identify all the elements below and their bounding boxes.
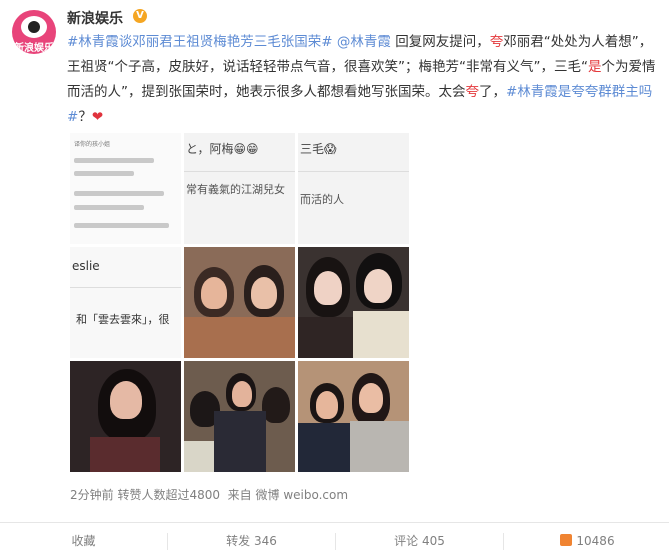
image-tile-8[interactable] [184, 361, 295, 472]
post-time[interactable]: 2分钟前 [70, 488, 114, 502]
tile-text: 译你的孩小姐 [74, 141, 111, 148]
favorite-label: 收藏 [71, 534, 96, 548]
highlight-kua: 夸 [489, 34, 504, 50]
post-text-part: 了， [479, 84, 506, 100]
repost-label: 转发 346 [226, 534, 277, 548]
like-count: 10486 [576, 534, 615, 548]
favorite-button[interactable]: 收藏 [0, 523, 167, 560]
tile-divider [298, 171, 409, 172]
account-avatar[interactable]: 新浪娱乐 [12, 10, 56, 54]
avatar-text: 新浪娱乐 [14, 43, 54, 54]
highlight-shi: 是 [587, 59, 602, 75]
tile-divider [70, 287, 181, 288]
tile-text: と，阿梅😁😁 [186, 142, 259, 156]
eye-pupil-icon [28, 21, 40, 33]
post-text-part: 回复网友提问， [390, 34, 490, 50]
account-name[interactable]: 新浪娱乐 [67, 8, 123, 28]
image-tile-3[interactable]: 三毛😱 而活的人 [298, 133, 409, 244]
tile-text: 而活的人 [300, 193, 344, 206]
comment-label: 评论 405 [394, 534, 445, 548]
post-meta: 2分钟前 转赞人数超过4800 来自 微博 weibo.com [70, 486, 348, 503]
weibo-post-card: 新浪娱乐 新浪娱乐 V #林青霞谈邓丽君王祖贤梅艳芳三毛张国荣# @林青霞 回复… [0, 0, 669, 560]
mention-link[interactable]: @林青霞 [337, 34, 391, 50]
tile-text: 常有義氣的江湖兒女 [186, 183, 285, 196]
repost-count-note: 转赞人数超过4800 [117, 488, 221, 502]
comment-button[interactable]: 评论 405 [336, 523, 503, 560]
tile-text: eslie [72, 259, 100, 273]
tile-text: 三毛😱 [300, 142, 337, 156]
thumbs-up-icon [560, 534, 573, 546]
tile-divider [184, 171, 295, 172]
post-text: #林青霞谈邓丽君王祖贤梅艳芳三毛张国荣# @林青霞 回复网友提问，夸邓丽君“处处… [67, 30, 663, 130]
post-text-part: ？ [78, 109, 92, 125]
tile-text: 和「雲去雲來」，很 [76, 313, 170, 326]
image-tile-7[interactable] [70, 361, 181, 472]
repost-button[interactable]: 转发 346 [168, 523, 335, 560]
verified-badge-icon: V [133, 9, 147, 23]
like-button[interactable]: 10486 [504, 523, 669, 560]
image-tile-1[interactable]: 译你的孩小姐 [70, 133, 181, 244]
image-tile-4[interactable]: eslie 和「雲去雲來」，很 [70, 247, 181, 358]
source-link[interactable]: 微博 weibo.com [256, 488, 349, 502]
action-bar: 收藏 转发 346 评论 405 10486 [0, 523, 669, 560]
hashtag-link[interactable]: #林青霞谈邓丽君王祖贤梅艳芳三毛张国荣# [67, 34, 333, 50]
image-grid: 译你的孩小姐 と，阿梅😁😁 常有義氣的江湖兒女 三毛😱 而活的人 eslie 和… [70, 133, 410, 472]
source-label: 来自 [227, 488, 252, 502]
highlight-kua: 夸 [465, 84, 480, 100]
image-tile-5[interactable] [184, 247, 295, 358]
heart-icon: ❤ [91, 109, 104, 125]
image-tile-6[interactable] [298, 247, 409, 358]
image-tile-2[interactable]: と，阿梅😁😁 常有義氣的江湖兒女 [184, 133, 295, 244]
image-tile-9[interactable] [298, 361, 409, 472]
